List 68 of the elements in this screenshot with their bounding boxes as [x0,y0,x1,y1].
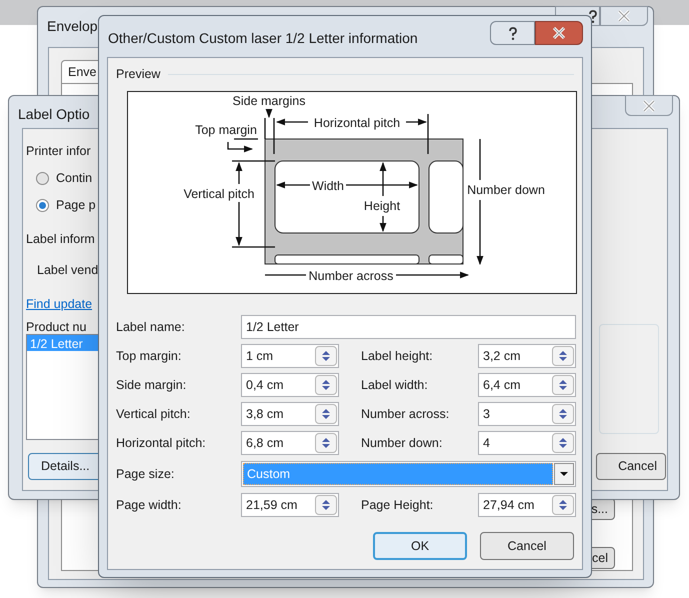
field-label: Label vend [37,262,98,279]
spin-buttons[interactable] [552,375,574,395]
diagram-label: Top margin [195,123,257,137]
radio-label: Page p [56,197,96,214]
spin-field[interactable]: 21,59 cm [241,493,339,517]
diagram-label: Horizontal pitch [314,116,400,130]
ok-button[interactable]: OK [373,532,467,560]
diagram-label: Side margins [232,94,306,108]
field-label: Number across: [361,406,450,423]
field-label: Page Height: [361,496,434,514]
field-label: Label height: [361,348,434,365]
input-field[interactable]: 1/2 Letter [241,315,576,339]
cancel-button[interactable]: Cancel [596,453,666,480]
spin-buttons[interactable] [552,346,574,366]
dropdown-button[interactable] [554,463,574,485]
cancel-button[interactable]: Cancel [480,532,574,560]
group-heading: Printer infor [26,143,91,160]
spin-field[interactable]: 0,4 cm [241,373,339,397]
field-label: Vertical pitch: [116,406,192,423]
close-icon [617,10,631,22]
radio-button[interactable] [36,172,49,185]
spin-field[interactable]: 4 [478,431,576,455]
diagram-label: Height [364,199,400,213]
spin-buttons[interactable] [315,375,337,395]
link[interactable]: Find update [26,295,92,314]
spin-buttons[interactable] [552,404,574,424]
diagram-label: Number across [308,269,394,283]
spin-field[interactable]: 1 cm [241,344,339,368]
field-label: Number down: [361,434,444,452]
field-label: Label width: [361,376,429,394]
spin-field[interactable]: 27,94 cm [478,493,576,517]
dropdown-value: Custom [243,463,553,485]
help-icon [589,10,597,22]
radio-button[interactable] [36,198,49,212]
spin-field[interactable]: 3,8 cm [241,402,339,426]
field-label: Horizontal pitch: [116,434,207,452]
field-label: Page width: [116,496,182,514]
spin-field[interactable]: 6,4 cm [478,373,576,397]
spin-field[interactable]: 3,2 cm [478,344,576,368]
dialog-title: Other/Custom Custom laser 1/2 Letter information [108,29,418,48]
diagram-label: Number down [467,183,545,197]
diagram-label: Width [312,179,344,193]
spin-buttons[interactable] [315,495,337,515]
close-button[interactable] [535,21,583,45]
radio-label: Contin [56,170,92,187]
close-icon [642,100,656,112]
window-title: Envelop [47,17,98,36]
spin-buttons[interactable] [315,433,337,453]
spin-buttons[interactable] [315,346,337,366]
field-label: Side margin: [116,376,188,394]
close-icon [552,27,566,39]
spin-buttons[interactable] [552,495,574,515]
diagram-label: Vertical pitch [184,187,254,201]
close-button[interactable] [625,95,673,116]
caret-icon [560,472,568,476]
help-icon [508,26,516,40]
window-title: Label Optio [18,105,90,124]
field-label: Page size: [116,466,176,483]
spin-field[interactable]: 6,8 cm [241,431,339,455]
field-label: Top margin: [116,348,182,365]
spin-buttons[interactable] [315,404,337,424]
group-heading: Label inform [26,231,95,248]
help-button[interactable] [490,21,535,45]
close-button[interactable] [600,6,648,26]
spin-buttons[interactable] [552,433,574,453]
field-label: Product nu [26,319,86,336]
spin-field[interactable]: 3 [478,402,576,426]
field-label: Label name: [116,318,186,336]
